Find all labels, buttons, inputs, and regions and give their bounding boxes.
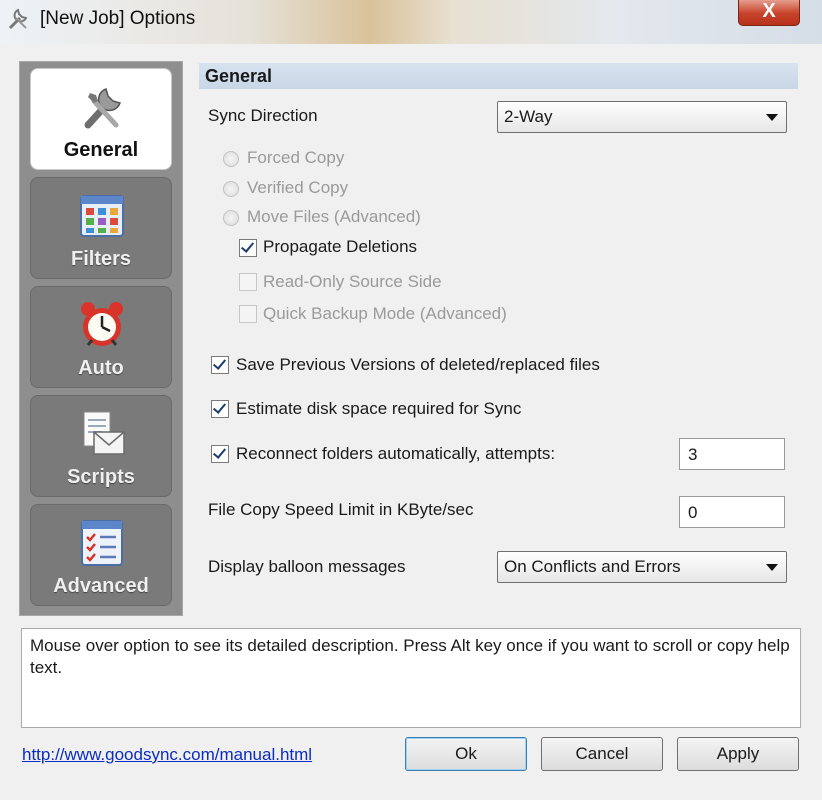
manual-link[interactable]: http://www.goodsync.com/manual.html (22, 745, 312, 765)
balloon-messages-label: Display balloon messages (208, 557, 406, 576)
balloon-messages-dropdown[interactable]: On Conflicts and Errors (497, 551, 787, 583)
forced-copy-radio[interactable] (223, 151, 239, 167)
cancel-button[interactable]: Cancel (541, 737, 663, 771)
sidebar-item-scripts[interactable]: Scripts (30, 395, 172, 497)
speed-limit-input[interactable]: 0 (679, 496, 785, 528)
propagate-deletions-checkbox[interactable] (239, 239, 257, 257)
sidebar-item-advanced[interactable]: Advanced (30, 504, 172, 606)
verified-copy-label: Verified Copy (247, 178, 349, 197)
sync-direction-label: Sync Direction (208, 106, 318, 125)
read-only-source-label: Read-Only Source Side (263, 272, 442, 291)
options-window: [New Job] Options X General Filters Auto… (0, 0, 822, 800)
sidebar-item-filters[interactable]: Filters (30, 177, 172, 279)
apply-button[interactable]: Apply (677, 737, 799, 771)
sidebar-item-label: Scripts (67, 466, 135, 488)
chevron-down-icon (766, 114, 778, 121)
verified-copy-radio[interactable] (223, 181, 239, 197)
sync-direction-dropdown[interactable]: 2-Way (497, 101, 787, 133)
close-button[interactable]: X (738, 0, 800, 26)
title-bar: [New Job] Options X (0, 0, 822, 44)
save-previous-versions-label: Save Previous Versions of deleted/replac… (236, 355, 600, 374)
estimate-disk-space-label: Estimate disk space required for Sync (236, 399, 522, 418)
balloon-messages-value: On Conflicts and Errors (504, 557, 681, 576)
propagate-deletions-label: Propagate Deletions (263, 237, 418, 256)
section-header: General (199, 63, 798, 89)
window-title: [New Job] Options (40, 8, 196, 29)
forced-copy-label: Forced Copy (247, 148, 345, 167)
sidebar-item-label: Advanced (53, 575, 149, 597)
script-envelope-icon (83, 411, 125, 455)
reconnect-folders-checkbox[interactable] (211, 445, 229, 463)
estimate-disk-space-checkbox[interactable] (211, 400, 229, 418)
sync-direction-value: 2-Way (504, 107, 553, 126)
quick-backup-label: Quick Backup Mode (Advanced) (263, 304, 507, 323)
sidebar-item-label: General (63, 139, 139, 161)
sidebar-item-general[interactable]: General (30, 68, 172, 170)
wrench-screwdriver-icon (84, 88, 121, 129)
move-files-label: Move Files (Advanced) (247, 207, 421, 226)
chevron-down-icon (766, 564, 778, 571)
speed-limit-label: File Copy Speed Limit in KByte/sec (208, 500, 474, 519)
sidebar-item-auto[interactable]: Auto (30, 286, 172, 388)
alarm-clock-icon (81, 302, 123, 346)
move-files-radio[interactable] (223, 210, 239, 226)
sidebar: General Filters Auto Scripts Advanced (19, 61, 183, 616)
wrench-screwdriver-icon (8, 8, 28, 30)
read-only-source-checkbox[interactable] (239, 273, 257, 291)
quick-backup-checkbox[interactable] (239, 305, 257, 323)
filter-grid-icon (80, 195, 124, 237)
ok-button[interactable]: Ok (405, 737, 527, 771)
help-text-box[interactable]: Mouse over option to see its detailed de… (21, 628, 801, 728)
save-previous-versions-checkbox[interactable] (211, 356, 229, 374)
reconnect-folders-label: Reconnect folders automatically, attempt… (236, 444, 556, 463)
sidebar-item-label: Filters (70, 248, 132, 270)
reconnect-attempts-input[interactable]: 3 (679, 438, 785, 470)
sidebar-item-label: Auto (78, 357, 124, 379)
checklist-icon (81, 520, 123, 566)
